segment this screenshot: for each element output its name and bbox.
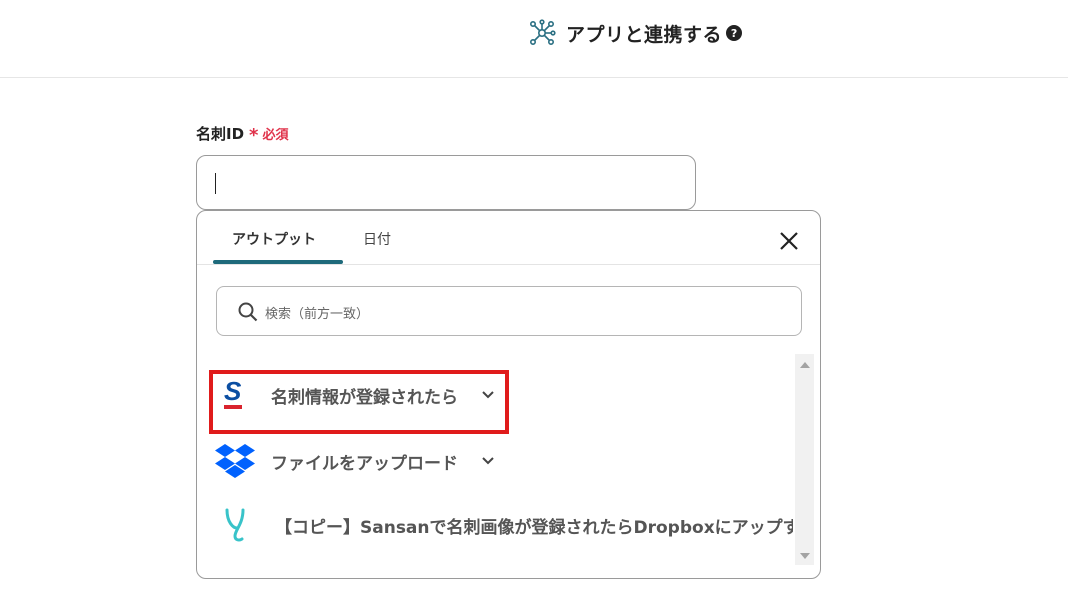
required-text: 必須 [262, 128, 289, 143]
chevron-down-icon[interactable] [481, 454, 495, 468]
hub-network-icon [529, 19, 556, 45]
search-icon [238, 302, 258, 322]
scroll-up-arrow-icon[interactable] [800, 362, 810, 368]
popover-tabs: アウトプット 日付 [197, 211, 820, 265]
yoom-logo-icon [225, 508, 245, 542]
list-item-sansan[interactable]: S 名刺情報が登録されたら [209, 364, 793, 434]
tab-output[interactable]: アウトプット [232, 229, 316, 249]
list-item-label: ファイルをアップロード [271, 454, 458, 474]
close-icon[interactable] [777, 229, 801, 253]
search-placeholder: 検索（前方一致） [265, 307, 370, 322]
page-title: アプリと連携する [566, 23, 723, 46]
output-picker-popover: アウトプット 日付 検索（前方一致） S 名刺情報が登録されたら ファイルをアッ… [196, 210, 821, 579]
text-caret [215, 173, 216, 194]
tab-date[interactable]: 日付 [363, 229, 391, 249]
header-title-group: アプリと連携する ? [528, 18, 743, 48]
dropbox-logo-icon [215, 444, 255, 478]
active-tab-indicator [213, 260, 343, 264]
field-label: 名刺ID [196, 125, 245, 143]
page-header: アプリと連携する ? [0, 0, 1068, 78]
scrollbar[interactable] [795, 354, 814, 565]
trigger-list: S 名刺情報が登録されたら ファイルをアップロード 【コピー】Sansanで名刺… [209, 354, 793, 566]
help-icon[interactable]: ? [726, 25, 743, 41]
highlight-box [209, 370, 509, 434]
search-input[interactable]: 検索（前方一致） [216, 286, 802, 336]
required-star: * [249, 125, 259, 146]
list-item-yoom-copy[interactable]: 【コピー】Sansanで名刺画像が登録されたらDropboxにアップする [209, 494, 793, 554]
card-id-input[interactable] [196, 155, 696, 210]
list-item-dropbox[interactable]: ファイルをアップロード [209, 430, 793, 490]
field-label-row: 名刺ID * 必須 [196, 121, 288, 146]
scroll-down-arrow-icon[interactable] [800, 553, 810, 559]
list-item-label: 【コピー】Sansanで名刺画像が登録されたらDropboxにアップする [275, 518, 793, 538]
